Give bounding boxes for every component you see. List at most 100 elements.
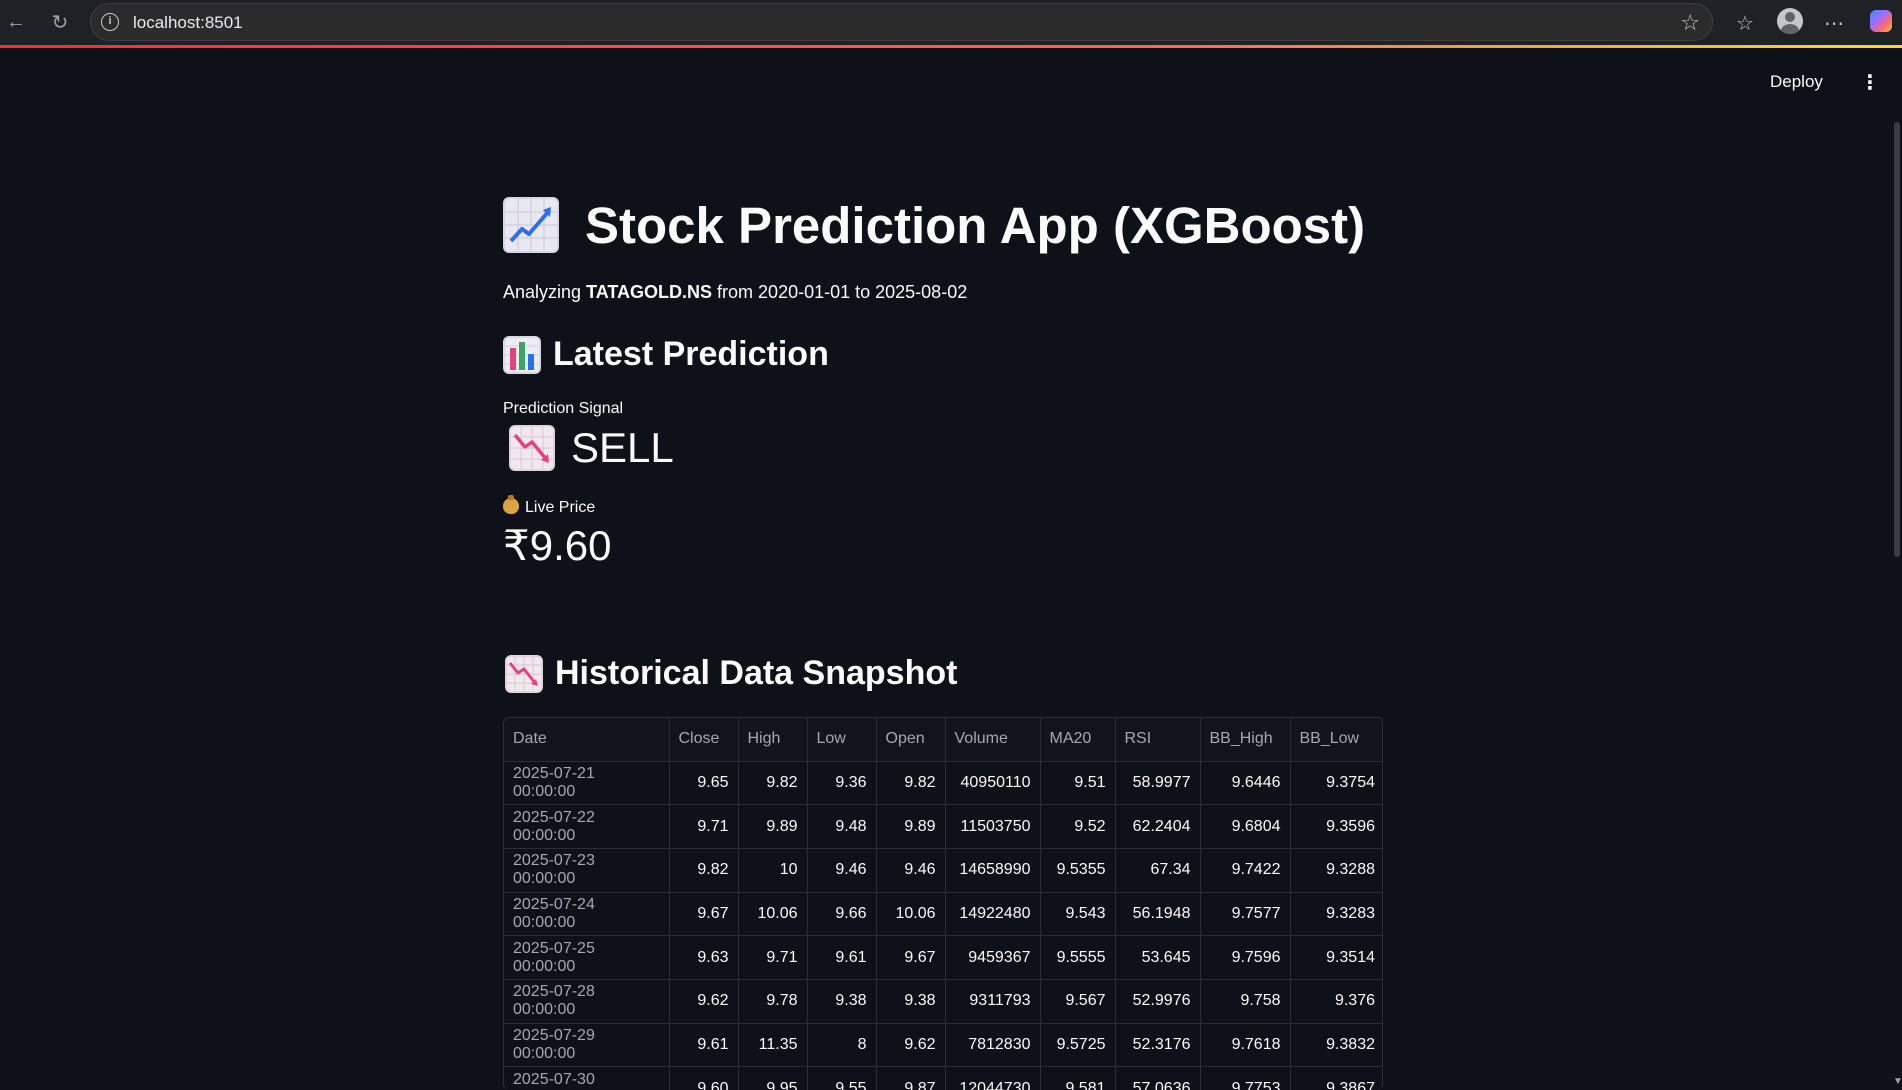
cell-open[interactable]: 9.89 xyxy=(876,804,946,849)
cell-bb-high[interactable]: 9.7577 xyxy=(1200,892,1291,937)
cell-ma20[interactable]: 9.51 xyxy=(1040,761,1116,806)
cell-low[interactable]: 9.61 xyxy=(807,935,877,980)
cell-close[interactable]: 9.63 xyxy=(669,935,739,980)
cell-close[interactable]: 9.60 xyxy=(669,1066,739,1090)
cell-volume[interactable]: 12044730 xyxy=(945,1066,1041,1090)
cell-low[interactable]: 9.38 xyxy=(807,979,877,1024)
favorites-icon[interactable]: ☆ xyxy=(1730,8,1760,38)
column-header-open[interactable]: Open xyxy=(876,718,946,762)
cell-bb-high[interactable]: 9.7596 xyxy=(1200,935,1291,980)
cell-rsi[interactable]: 57.0636 xyxy=(1115,1066,1201,1090)
cell-low[interactable]: 9.55 xyxy=(807,1066,877,1090)
cell-high[interactable]: 9.89 xyxy=(738,804,808,849)
column-header-low[interactable]: Low xyxy=(807,718,877,762)
cell-rsi[interactable]: 56.1948 xyxy=(1115,892,1201,937)
cell-bb-high[interactable]: 9.7422 xyxy=(1200,848,1291,893)
bookmark-star-icon[interactable]: ☆ xyxy=(1680,10,1700,36)
cell-volume[interactable]: 14658990 xyxy=(945,848,1041,893)
reload-icon[interactable]: ↻ xyxy=(44,6,76,38)
cell-bb-low[interactable]: 9.376 xyxy=(1290,979,1382,1024)
column-header-volume[interactable]: Volume xyxy=(945,718,1041,762)
cell-volume[interactable]: 9459367 xyxy=(945,935,1041,980)
cell-close[interactable]: 9.62 xyxy=(669,979,739,1024)
deploy-button[interactable]: Deploy xyxy=(1770,72,1823,92)
cell-open[interactable]: 9.67 xyxy=(876,935,946,980)
cell-high[interactable]: 11.35 xyxy=(738,1023,808,1068)
cell-ma20[interactable]: 9.5555 xyxy=(1040,935,1116,980)
copilot-icon[interactable] xyxy=(1870,10,1892,32)
cell-date[interactable]: 2025-07-24 00:00:00 xyxy=(504,892,670,937)
cell-ma20[interactable]: 9.5355 xyxy=(1040,848,1116,893)
cell-date[interactable]: 2025-07-28 00:00:00 xyxy=(504,979,670,1024)
cell-rsi[interactable]: 52.3176 xyxy=(1115,1023,1201,1068)
scroll-down-arrow-icon[interactable]: ▼ xyxy=(1893,1076,1902,1087)
cell-ma20[interactable]: 9.543 xyxy=(1040,892,1116,937)
cell-date[interactable]: 2025-07-21 00:00:00 xyxy=(504,761,670,806)
cell-bb-low[interactable]: 9.3832 xyxy=(1290,1023,1382,1068)
cell-volume[interactable]: 9311793 xyxy=(945,979,1041,1024)
cell-open[interactable]: 10.06 xyxy=(876,892,946,937)
cell-bb-low[interactable]: 9.3867 xyxy=(1290,1066,1382,1090)
cell-low[interactable]: 9.46 xyxy=(807,848,877,893)
site-info-icon[interactable]: i xyxy=(101,13,119,31)
cell-bb-low[interactable]: 9.3514 xyxy=(1290,935,1382,980)
address-bar[interactable]: i localhost:8501 ☆ xyxy=(90,3,1713,41)
cell-ma20[interactable]: 9.581 xyxy=(1040,1066,1116,1090)
column-header-rsi[interactable]: RSI xyxy=(1115,718,1201,762)
cell-volume[interactable]: 14922480 xyxy=(945,892,1041,937)
column-header-close[interactable]: Close xyxy=(669,718,739,762)
cell-high[interactable]: 10.06 xyxy=(738,892,808,937)
cell-close[interactable]: 9.71 xyxy=(669,804,739,849)
cell-high[interactable]: 9.78 xyxy=(738,979,808,1024)
cell-date[interactable]: 2025-07-25 00:00:00 xyxy=(504,935,670,980)
cell-volume[interactable]: 11503750 xyxy=(945,804,1041,849)
cell-low[interactable]: 9.66 xyxy=(807,892,877,937)
cell-date[interactable]: 2025-07-23 00:00:00 xyxy=(504,848,670,893)
cell-rsi[interactable]: 67.34 xyxy=(1115,848,1201,893)
cell-ma20[interactable]: 9.5725 xyxy=(1040,1023,1116,1068)
cell-bb-high[interactable]: 9.7618 xyxy=(1200,1023,1291,1068)
column-header-bb-low[interactable]: BB_Low xyxy=(1290,718,1382,762)
cell-close[interactable]: 9.61 xyxy=(669,1023,739,1068)
cell-rsi[interactable]: 62.2404 xyxy=(1115,804,1201,849)
cell-volume[interactable]: 40950110 xyxy=(945,761,1041,806)
cell-volume[interactable]: 7812830 xyxy=(945,1023,1041,1068)
cell-low[interactable]: 8 xyxy=(807,1023,877,1068)
cell-high[interactable]: 9.71 xyxy=(738,935,808,980)
cell-open[interactable]: 9.82 xyxy=(876,761,946,806)
cell-bb-low[interactable]: 9.3288 xyxy=(1290,848,1382,893)
cell-close[interactable]: 9.67 xyxy=(669,892,739,937)
cell-bb-high[interactable]: 9.758 xyxy=(1200,979,1291,1024)
cell-date[interactable]: 2025-07-30 00:00:00 xyxy=(504,1066,670,1090)
cell-rsi[interactable]: 53.645 xyxy=(1115,935,1201,980)
cell-close[interactable]: 9.65 xyxy=(669,761,739,806)
cell-open[interactable]: 9.38 xyxy=(876,979,946,1024)
cell-close[interactable]: 9.82 xyxy=(669,848,739,893)
cell-bb-high[interactable]: 9.6804 xyxy=(1200,804,1291,849)
cell-open[interactable]: 9.87 xyxy=(876,1066,946,1090)
cell-ma20[interactable]: 9.52 xyxy=(1040,804,1116,849)
cell-date[interactable]: 2025-07-22 00:00:00 xyxy=(504,804,670,849)
cell-bb-high[interactable]: 9.6446 xyxy=(1200,761,1291,806)
cell-bb-low[interactable]: 9.3754 xyxy=(1290,761,1382,806)
cell-ma20[interactable]: 9.567 xyxy=(1040,979,1116,1024)
cell-high[interactable]: 9.95 xyxy=(738,1066,808,1090)
cell-rsi[interactable]: 58.9977 xyxy=(1115,761,1201,806)
cell-high[interactable]: 9.82 xyxy=(738,761,808,806)
cell-open[interactable]: 9.62 xyxy=(876,1023,946,1068)
column-header-bb-high[interactable]: BB_High xyxy=(1200,718,1291,762)
cell-date[interactable]: 2025-07-29 00:00:00 xyxy=(504,1023,670,1068)
column-header-ma20[interactable]: MA20 xyxy=(1040,718,1116,762)
cell-low[interactable]: 9.36 xyxy=(807,761,877,806)
cell-bb-low[interactable]: 9.3596 xyxy=(1290,804,1382,849)
page-scrollbar[interactable] xyxy=(1894,122,1900,557)
url-text[interactable]: localhost:8501 xyxy=(133,13,243,33)
column-header-high[interactable]: High xyxy=(738,718,808,762)
cell-low[interactable]: 9.48 xyxy=(807,804,877,849)
column-header-date[interactable]: Date xyxy=(504,718,670,762)
main-menu-icon[interactable]: ⋮ xyxy=(1860,70,1880,95)
profile-avatar-icon[interactable] xyxy=(1777,8,1803,34)
cell-high[interactable]: 10 xyxy=(738,848,808,893)
cell-bb-high[interactable]: 9.7753 xyxy=(1200,1066,1291,1090)
cell-bb-low[interactable]: 9.3283 xyxy=(1290,892,1382,937)
